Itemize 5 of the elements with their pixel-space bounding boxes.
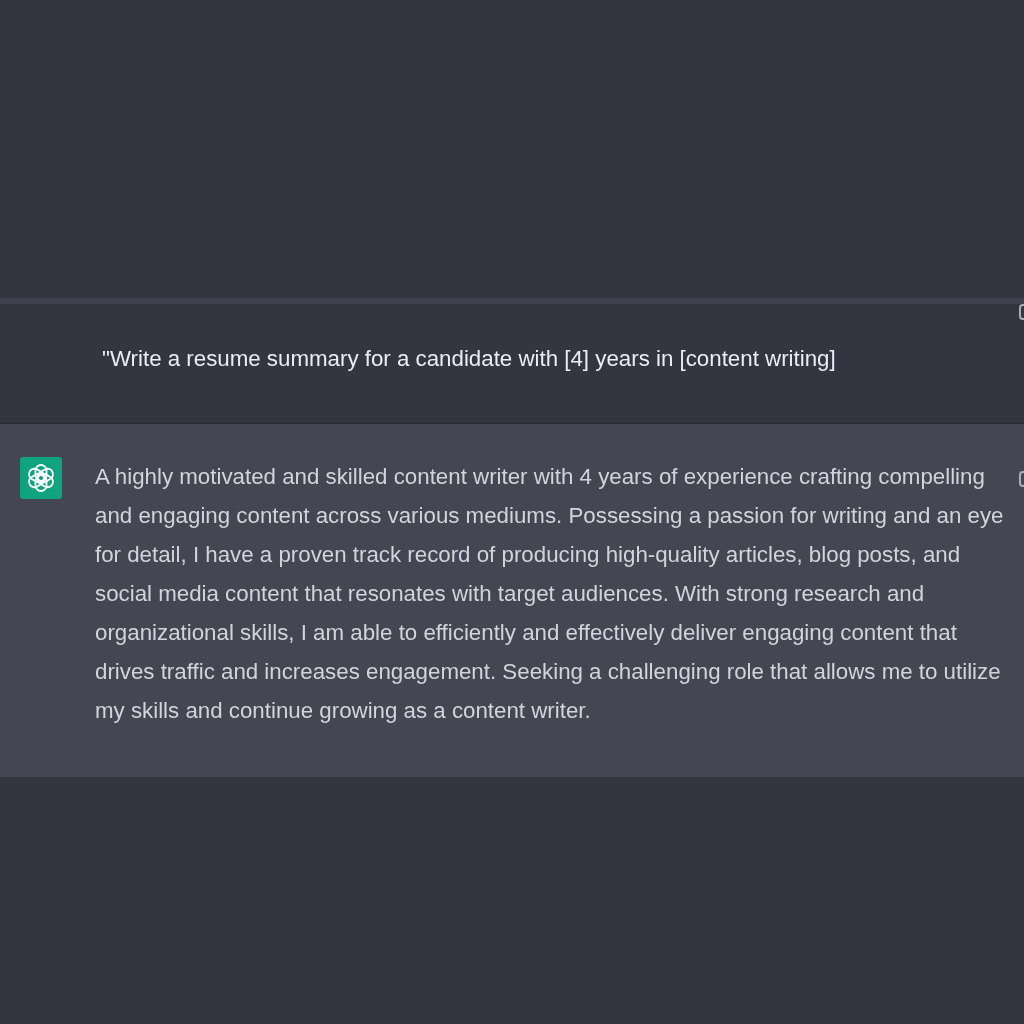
partial-icon[interactable]	[1019, 304, 1024, 320]
partial-icon[interactable]	[1019, 471, 1024, 487]
assistant-avatar-icon	[20, 457, 62, 499]
response-text: A highly motivated and skilled content writer with 4 years of experience crafting compelling and engaging content across various mediums. Possessing a passion for writing and an eye for detail, I have a proven track record of producing high-quality articles, blog posts, and social media content that resonates with target audiences. With strong research and organizational skills, I am able to efficiently and effectively deliver engaging content that drives traffic and increases engagement. Seeking a challenging role that allows me to utilize my skills and continue growing as a content writer.	[95, 463, 1005, 725]
prompt-text: "Write a resume summary for a candidate with [4] years in [content writing]	[102, 344, 836, 373]
